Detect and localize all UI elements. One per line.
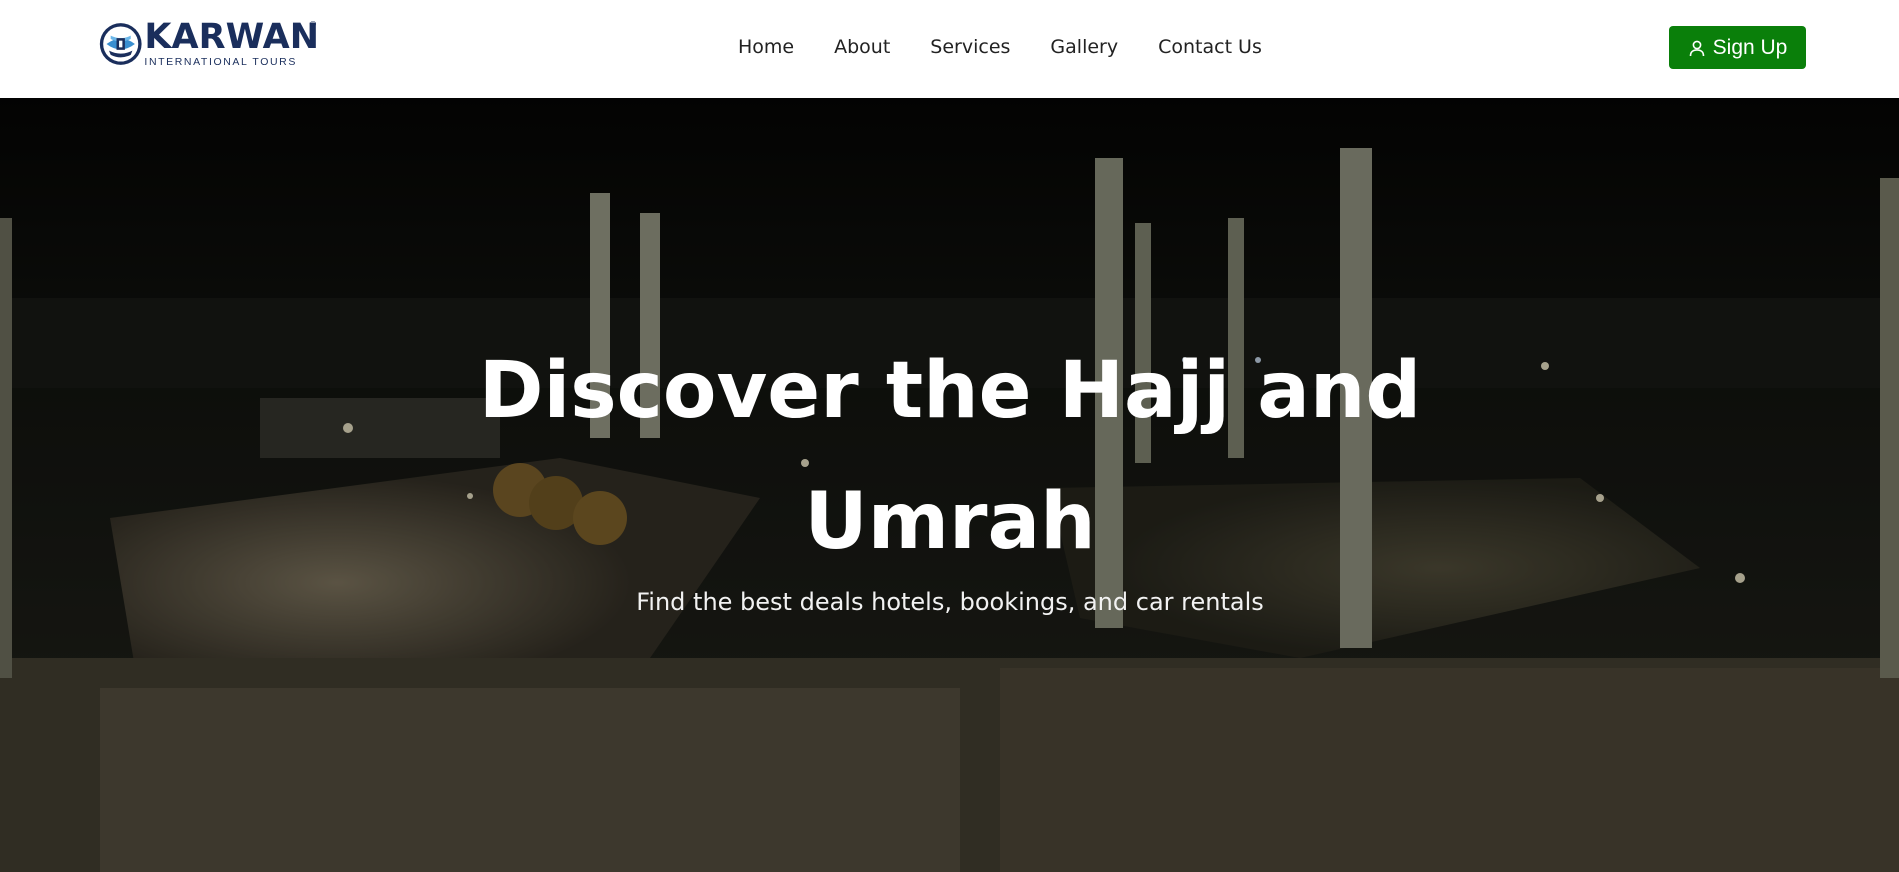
sign-up-label: Sign Up: [1712, 35, 1788, 59]
globe-logo-icon: [99, 23, 142, 65]
hero-subtitle: Find the best deals hotels, bookings, an…: [636, 588, 1264, 616]
nav-link-contact-us[interactable]: Contact Us: [1158, 36, 1262, 58]
brand-tagline: INTERNATIONAL TOURS: [144, 56, 297, 69]
brand-name: KARWAN: [144, 17, 319, 58]
navbar: KARWAN INTERNATIONAL TOURS ® Home About …: [0, 0, 1899, 98]
hero-banner: Discover the Hajj and Umrah Find the bes…: [0, 98, 1899, 872]
nav-link-home[interactable]: Home: [738, 36, 794, 58]
hero-title: Discover the Hajj and Umrah: [478, 346, 1422, 567]
brand-logo[interactable]: KARWAN INTERNATIONAL TOURS ®: [99, 12, 319, 76]
nav-link-about[interactable]: About: [834, 36, 890, 58]
nav-link-services[interactable]: Services: [930, 36, 1010, 58]
sign-up-button[interactable]: Sign Up: [1669, 26, 1806, 69]
nav-link-gallery[interactable]: Gallery: [1050, 36, 1118, 58]
registered-mark: ®: [309, 20, 317, 29]
user-icon: [1689, 40, 1704, 56]
main-nav: Home About Services Gallery Contact Us: [738, 36, 1302, 58]
